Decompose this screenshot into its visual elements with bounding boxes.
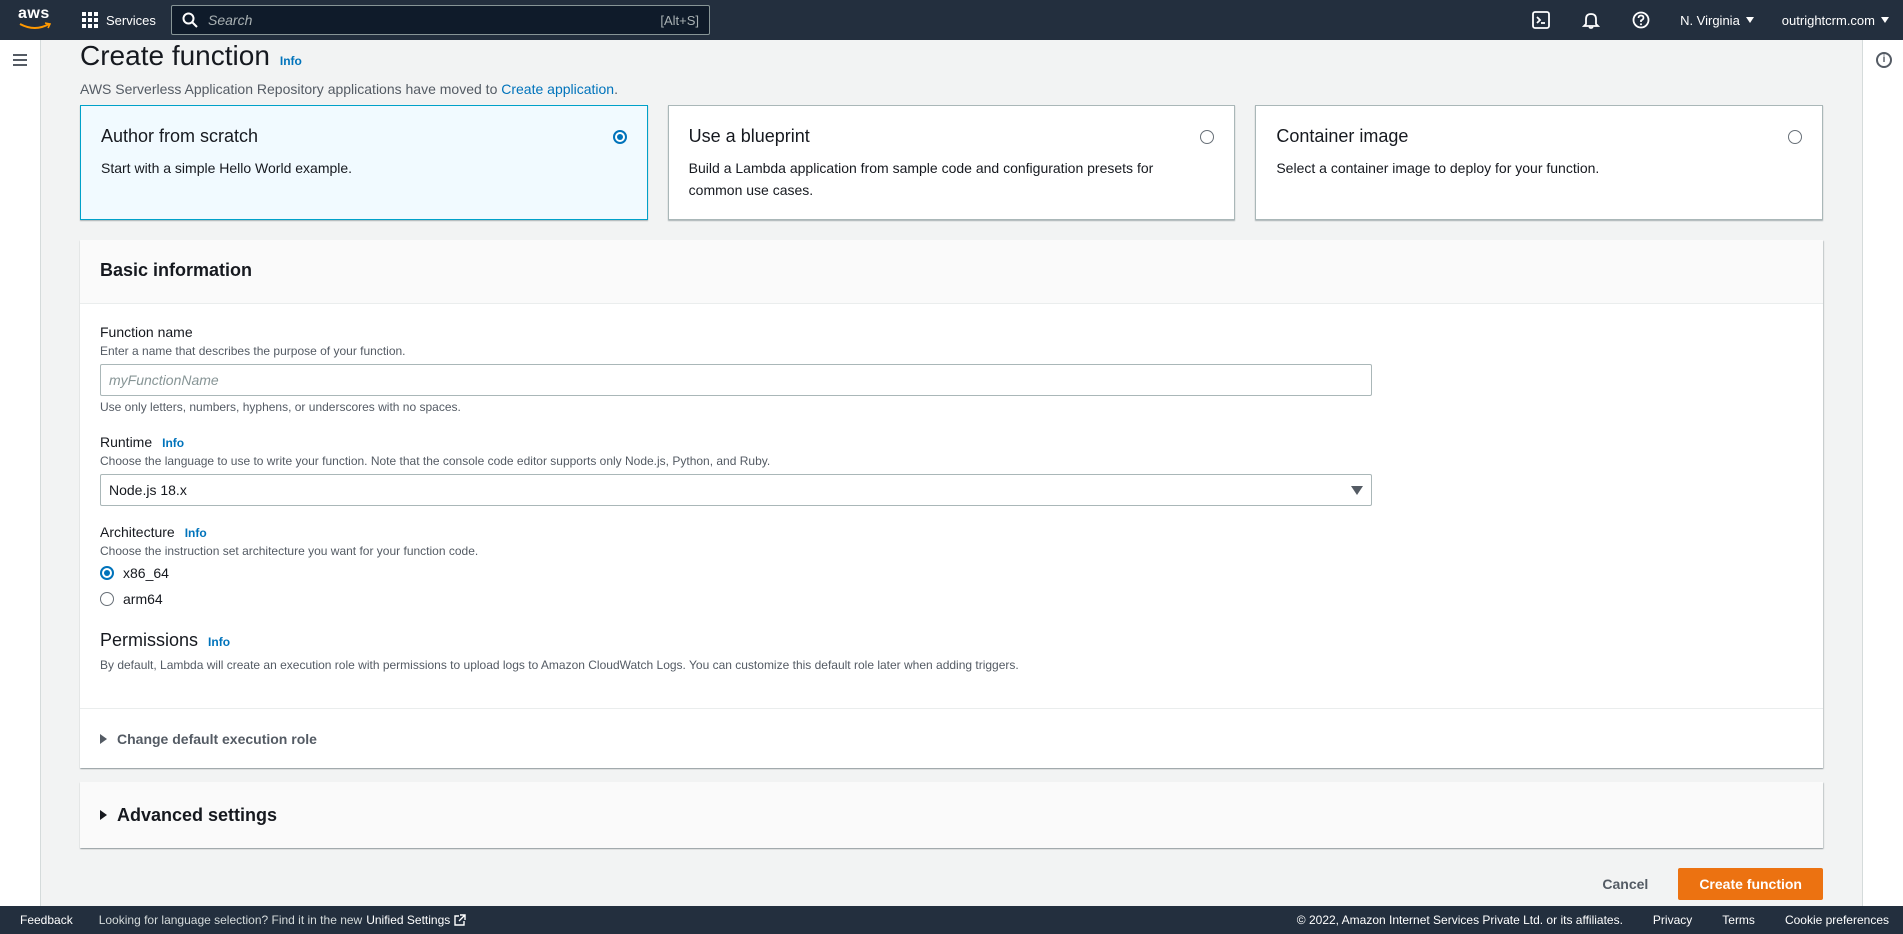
tile-radio[interactable]	[612, 130, 627, 144]
tile-author-from-scratch[interactable]: Author from scratch Start with a simple …	[80, 105, 648, 220]
cloudshell-icon[interactable]	[1531, 10, 1551, 30]
permissions-description: By default, Lambda will create an execut…	[100, 658, 1019, 672]
caret-down-icon	[1351, 485, 1363, 495]
basic-information-header: Basic information	[80, 240, 1823, 304]
region-label: N. Virginia	[1680, 12, 1740, 28]
page-subtitle: AWS Serverless Application Repository ap…	[80, 81, 618, 97]
change-role-label: Change default execution role	[117, 730, 317, 747]
permissions-info-link[interactable]: Info	[208, 635, 230, 649]
function-name-label-text: Function name	[100, 324, 193, 340]
permissions-title: Permissions Info	[100, 630, 230, 651]
change-default-execution-role-expander[interactable]: Change default execution role	[80, 708, 1823, 768]
footer: Feedback Looking for language selection?…	[0, 906, 1903, 934]
tile-title: Container image	[1276, 126, 1409, 146]
privacy-link[interactable]: Privacy	[1653, 913, 1692, 927]
tile-container-image[interactable]: Container image Select a container image…	[1255, 105, 1824, 220]
tile-use-a-blueprint[interactable]: Use a blueprint Build a Lambda applicati…	[667, 105, 1236, 220]
left-rail	[0, 40, 41, 906]
search-icon	[182, 12, 198, 28]
copyright-text: © 2022, Amazon Internet Services Private…	[1296, 913, 1623, 927]
unified-settings-link[interactable]: Unified Settings	[366, 913, 466, 927]
advanced-settings-label: Advanced settings	[117, 804, 278, 825]
create-application-link[interactable]: Create application	[501, 81, 614, 97]
caret-down-icon	[1881, 17, 1889, 23]
architecture-option-x86-64[interactable]: x86_64	[100, 565, 169, 581]
function-name-description: Enter a name that describes the purpose …	[100, 344, 406, 358]
runtime-label: Runtime Info	[100, 434, 184, 450]
create-function-button[interactable]: Create function	[1678, 868, 1823, 900]
right-rail: i	[1862, 40, 1903, 906]
advanced-settings-expander[interactable]: Advanced settings	[80, 782, 1823, 848]
subtitle-suffix: .	[614, 81, 618, 97]
basic-information-panel: Basic information Function name Enter a …	[80, 240, 1823, 768]
region-selector[interactable]: N. Virginia	[1680, 13, 1754, 28]
cancel-button[interactable]: Cancel	[1592, 868, 1658, 900]
language-note: Looking for language selection? Find it …	[98, 913, 363, 927]
runtime-selected-value: Node.js 18.x	[109, 482, 187, 498]
tile-description: Build a Lambda application from sample c…	[688, 160, 1154, 198]
cookie-preferences-link[interactable]: Cookie preferences	[1785, 913, 1889, 927]
subtitle-text: AWS Serverless Application Repository ap…	[80, 81, 502, 97]
aws-logo-text: aws	[18, 5, 50, 22]
services-label: Services	[106, 12, 156, 28]
aws-smile-icon	[19, 22, 51, 29]
permissions-title-text: Permissions	[100, 630, 199, 650]
tile-description: Start with a simple Hello World example.	[101, 160, 353, 176]
architecture-option-arm64[interactable]: arm64	[100, 591, 163, 607]
search-shortcut: [Alt+S]	[660, 12, 699, 28]
function-name-label: Function name	[100, 324, 193, 340]
unified-settings-label: Unified Settings	[366, 913, 451, 927]
external-link-icon	[454, 914, 466, 926]
architecture-label-text: Architecture	[100, 524, 175, 540]
runtime-info-link[interactable]: Info	[162, 436, 184, 450]
radio-button[interactable]	[100, 592, 114, 606]
architecture-description: Choose the instruction set architecture …	[100, 544, 479, 558]
account-label: outrightcrm.com	[1781, 12, 1875, 28]
bell-icon[interactable]	[1581, 10, 1601, 30]
tile-title: Author from scratch	[101, 126, 259, 146]
services-menu-button[interactable]: Services	[82, 9, 156, 31]
form-actions: Cancel Create function	[1592, 868, 1823, 900]
menu-icon[interactable]	[13, 54, 27, 69]
architecture-info-link[interactable]: Info	[185, 526, 207, 540]
top-navigation: aws Services [Alt+S]	[0, 0, 1903, 40]
caret-right-icon	[100, 810, 107, 820]
caret-right-icon	[100, 733, 107, 744]
help-icon[interactable]	[1631, 10, 1651, 30]
aws-logo[interactable]: aws	[18, 6, 52, 32]
terms-link[interactable]: Terms	[1722, 913, 1755, 927]
architecture-option-label: x86_64	[123, 565, 169, 581]
grid-icon	[82, 12, 98, 28]
tile-title: Use a blueprint	[688, 126, 810, 146]
page-title: Create function Info	[80, 40, 302, 72]
radio-button[interactable]	[100, 566, 114, 580]
architecture-option-label: arm64	[123, 591, 163, 607]
title-info-link[interactable]: Info	[280, 54, 302, 68]
caret-down-icon	[1745, 17, 1754, 23]
runtime-select[interactable]: Node.js 18.x	[100, 474, 1372, 506]
tile-description: Select a container image to deploy for y…	[1276, 160, 1600, 176]
search-input[interactable]	[208, 12, 661, 28]
runtime-label-text: Runtime	[100, 434, 153, 450]
account-menu[interactable]: outrightcrm.com	[1782, 13, 1889, 28]
architecture-label: Architecture Info	[100, 524, 207, 540]
info-panel-icon[interactable]: i	[1876, 52, 1892, 68]
tile-radio[interactable]	[1788, 130, 1803, 144]
function-name-constraint: Use only letters, numbers, hyphens, or u…	[100, 400, 461, 414]
page-title-text: Create function	[80, 40, 270, 71]
search-box[interactable]: [Alt+S]	[171, 5, 710, 35]
feedback-link[interactable]: Feedback	[20, 913, 73, 927]
runtime-description: Choose the language to use to write your…	[100, 454, 771, 468]
creation-option-tiles: Author from scratch Start with a simple …	[80, 105, 1824, 220]
function-name-input[interactable]	[100, 364, 1372, 396]
